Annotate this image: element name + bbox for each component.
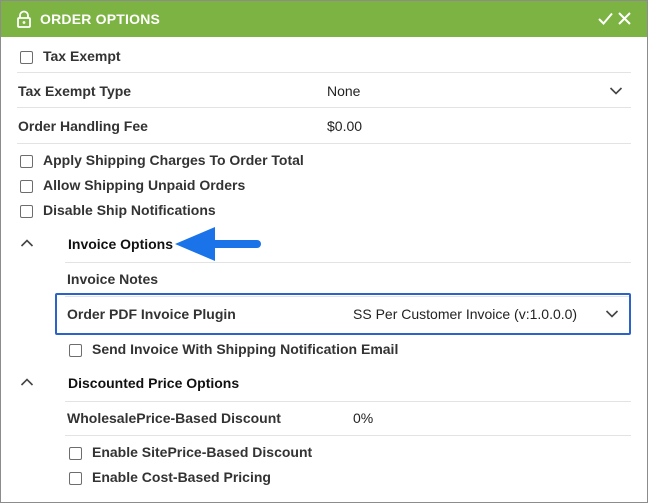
tax-exempt-checkbox[interactable] <box>20 51 33 64</box>
tax-exempt-label: Tax Exempt <box>43 48 121 64</box>
annotation-arrow-icon <box>175 227 261 261</box>
panel-title: ORDER OPTIONS <box>40 11 161 27</box>
chevron-up-icon[interactable] <box>20 377 34 387</box>
invoice-options-section-title[interactable]: Invoice Options <box>68 236 173 252</box>
divider <box>17 143 631 144</box>
lock-icon <box>17 10 31 28</box>
send-invoice-checkbox[interactable] <box>69 344 82 357</box>
send-invoice-label: Send Invoice With Shipping Notification … <box>92 341 399 357</box>
discounted-price-section-title[interactable]: Discounted Price Options <box>68 375 239 391</box>
enable-siteprice-label: Enable SitePrice-Based Discount <box>92 444 313 460</box>
enable-siteprice-checkbox[interactable] <box>69 447 82 460</box>
chevron-down-icon[interactable] <box>609 86 623 96</box>
tax-exempt-type-select[interactable]: None <box>327 83 360 99</box>
tax-exempt-type-label: Tax Exempt Type <box>18 83 132 99</box>
pdf-invoice-plugin-label: Order PDF Invoice Plugin <box>67 306 236 322</box>
divider <box>65 435 631 436</box>
wholesale-discount-label: WholesalePrice-Based Discount <box>67 410 281 426</box>
order-options-panel: ORDER OPTIONS Tax Exempt Tax Exempt Type… <box>0 0 648 503</box>
apply-shipping-charges-checkbox[interactable] <box>20 155 33 168</box>
order-handling-fee-label: Order Handling Fee <box>18 118 148 134</box>
panel-header: ORDER OPTIONS <box>1 1 647 37</box>
divider <box>65 401 631 402</box>
disable-ship-notifications-label: Disable Ship Notifications <box>43 202 216 218</box>
allow-shipping-unpaid-label: Allow Shipping Unpaid Orders <box>43 177 246 193</box>
allow-shipping-unpaid-checkbox[interactable] <box>20 180 33 193</box>
chevron-down-icon[interactable] <box>605 309 619 319</box>
chevron-up-icon[interactable] <box>20 238 34 248</box>
order-handling-fee-value[interactable]: $0.00 <box>327 118 362 134</box>
divider <box>65 262 631 263</box>
pdf-invoice-plugin-select[interactable]: SS Per Customer Invoice (v:1.0.0.0) <box>353 306 577 322</box>
wholesale-discount-value[interactable]: 0% <box>353 410 373 426</box>
disable-ship-notifications-checkbox[interactable] <box>20 205 33 218</box>
divider <box>17 72 631 73</box>
check-icon[interactable] <box>597 10 614 27</box>
divider <box>17 107 631 108</box>
invoice-notes-label[interactable]: Invoice Notes <box>67 271 158 287</box>
enable-cost-pricing-label: Enable Cost-Based Pricing <box>92 469 271 485</box>
close-icon[interactable] <box>617 11 632 26</box>
enable-cost-pricing-checkbox[interactable] <box>69 472 82 485</box>
apply-shipping-charges-label: Apply Shipping Charges To Order Total <box>43 152 304 168</box>
